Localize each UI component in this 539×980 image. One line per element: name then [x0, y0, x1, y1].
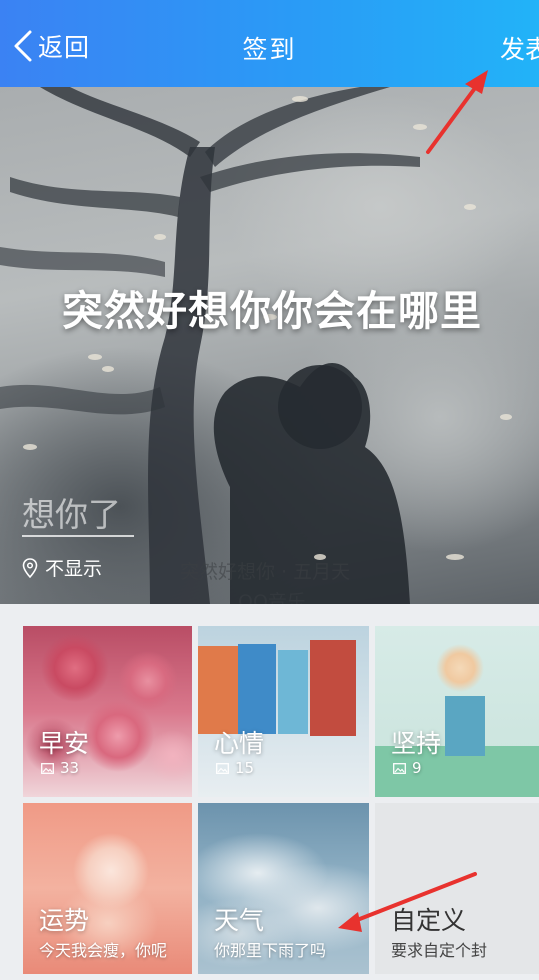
template-tile-mood[interactable]: 心情 15 — [198, 626, 369, 797]
tile-title: 早安 — [39, 729, 90, 758]
top-navbar: 返回 签到 发表 — [0, 0, 539, 87]
tile-title: 心情 — [214, 729, 265, 758]
image-icon — [216, 762, 229, 774]
location-label: 不显示 — [45, 558, 103, 580]
template-tile-persist[interactable]: 坚持 9 — [375, 626, 539, 797]
page-title: 签到 — [242, 35, 297, 64]
tile-photo-count: 9 — [393, 759, 422, 777]
tile-subtitle: 要求自定个封 — [391, 941, 488, 960]
location-toggle[interactable]: 不显示 — [22, 554, 102, 581]
location-pin-icon — [22, 557, 38, 578]
tile-photo-count: 15 — [216, 759, 254, 777]
template-tile-fortune[interactable]: 运势 今天我会瘦，你呢 — [23, 803, 192, 974]
template-tile-custom[interactable]: 自定义 要求自定个封 — [375, 803, 539, 974]
tile-title: 自定义 — [391, 906, 467, 935]
music-info[interactable]: 突然好想你 · 五月天 — [180, 557, 350, 584]
hero-card[interactable]: 突然好想你你会在哪里 想你了 不显示 突然好想你 · 五月天 QQ音乐 — [0, 87, 539, 604]
hero-quote-text: 突然好想你你会在哪里 — [62, 287, 482, 335]
image-icon — [393, 762, 406, 774]
tile-count-value: 9 — [412, 759, 422, 777]
tile-subtitle: 你那里下雨了吗 — [214, 941, 327, 960]
tile-title: 坚持 — [391, 729, 442, 758]
publish-button[interactable]: 发表 — [500, 30, 539, 66]
tile-count-value: 33 — [60, 759, 80, 777]
tile-photo-count: 33 — [41, 759, 79, 777]
image-icon — [41, 762, 54, 774]
tile-title: 运势 — [39, 906, 90, 935]
music-brand: QQ音乐 — [238, 591, 306, 604]
template-tile-morning[interactable]: 早安 33 — [23, 626, 192, 797]
tile-subtitle: 今天我会瘦，你呢 — [39, 941, 168, 960]
tile-title: 天气 — [214, 906, 265, 935]
status-text-input[interactable]: 想你了 — [22, 485, 134, 537]
tile-count-value: 15 — [235, 759, 255, 777]
template-tile-weather[interactable]: 天气 你那里下雨了吗 — [198, 803, 369, 974]
